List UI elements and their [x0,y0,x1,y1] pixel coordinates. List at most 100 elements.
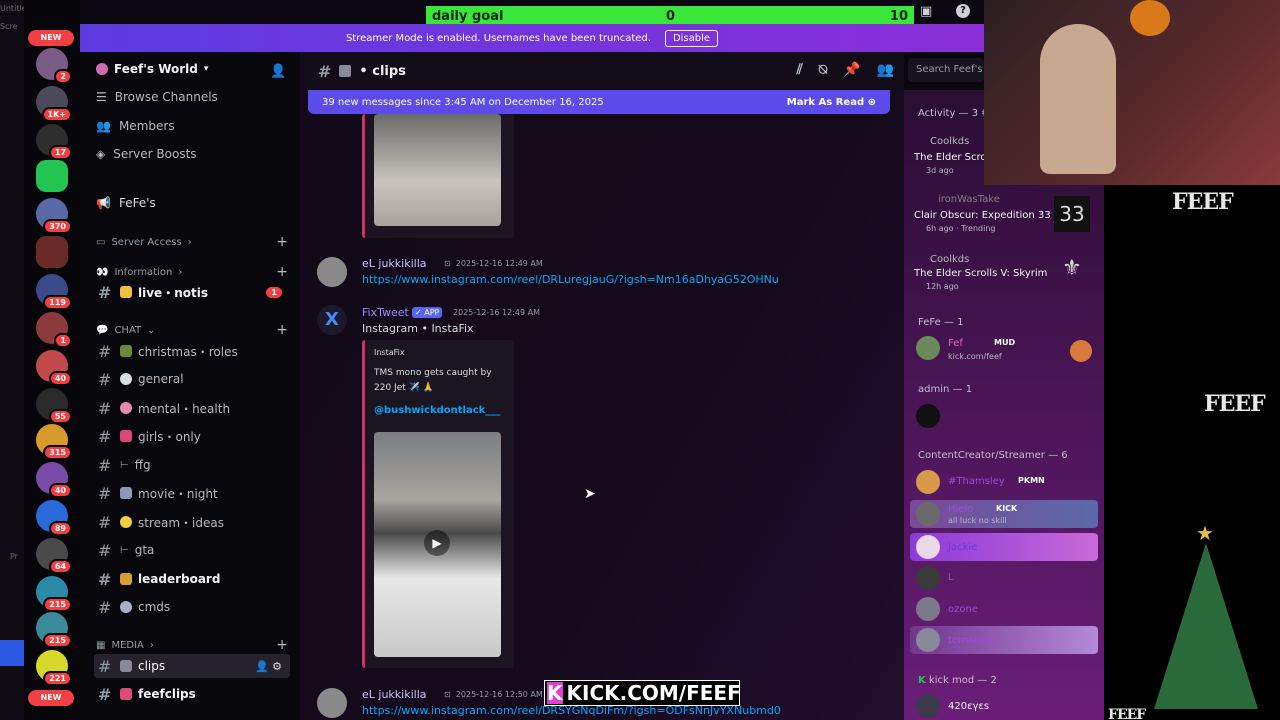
message-text: Instagram • InstaFix [362,322,474,335]
server-icon[interactable]: 370 [36,198,72,234]
channel-girls-only[interactable]: # girls・only [94,424,290,448]
server-icon[interactable]: 2 [36,48,72,84]
inbox-icon[interactable]: ▣ [920,4,932,19]
avatar[interactable] [916,694,940,718]
activity-game[interactable]: Clair Obscur: Expedition 33 [914,210,1051,221]
timestamp: ⊡ 2025-12-16 12:49 AM [444,259,543,268]
browse-channels[interactable]: ☰ Browse Channels [96,90,218,104]
embed-provider: InstaFix [374,348,405,357]
add-channel-icon[interactable]: + [276,264,288,280]
mark-as-read-button[interactable]: Mark As Read ⊛ [787,97,876,108]
channel-christmas-roles[interactable]: # christmas・roles [94,339,290,363]
role-header-cc: ContentCreator/Streamer — 6 [918,450,1068,461]
disable-button[interactable]: Disable [664,29,719,47]
kick-logo-icon: K [547,681,563,705]
member-name[interactable]: #Thamsley [948,476,1005,487]
avatar[interactable] [916,566,940,590]
server-icon[interactable]: 1 [36,312,72,348]
avatar[interactable] [317,257,347,287]
video-thumbnail[interactable]: ▶ [374,432,501,657]
username[interactable]: FixTweet [362,306,409,319]
threads-icon[interactable]: ⫽ [796,62,802,78]
category-server-access[interactable]: ▭ Server Access › + [96,234,288,250]
server-icon[interactable]: 215 [36,576,72,612]
server-icon[interactable]: 55 [36,388,72,424]
play-icon[interactable]: ▶ [424,530,450,556]
username[interactable]: eL jukkikilla [362,257,427,270]
server-icon[interactable]: 17 [36,124,72,160]
server-icon[interactable]: 119 [36,274,72,310]
channel-live-notis[interactable]: # live・notis 1 [94,280,290,304]
kick-url-overlay: K KICK.COM/FEEF [544,680,741,706]
new-messages-bar[interactable]: 39 new messages since 3:45 AM on Decembe… [308,90,890,114]
members-link[interactable]: 👥 Members [96,119,175,133]
activity-user[interactable]: Coolkds [930,136,969,147]
new-pill[interactable]: NEW [28,30,74,46]
server-icon[interactable]: 215 [36,612,72,648]
message-link[interactable]: https://www.instagram.com/reel/DRLuregja… [362,273,779,286]
server-icon[interactable]: 40 [36,350,72,386]
add-member-icon[interactable]: 👤 [270,64,286,79]
member-name[interactable]: Hielo [948,504,973,515]
mute-bell-icon[interactable]: ⍉ [819,62,827,78]
add-channel-icon[interactable]: + [276,637,288,653]
member-name[interactable]: tomatokk [948,635,996,646]
member-name[interactable]: ozone [948,604,978,615]
username[interactable]: eL jukkikilla [362,688,427,701]
category-media[interactable]: ▦ MEDIA › + [96,637,288,653]
member-name[interactable]: 420εγεs [948,701,989,712]
channel-gta[interactable]: # ⊢ gta [94,538,290,562]
channel-stream-ideas[interactable]: # stream・ideas [94,510,290,534]
category-chat[interactable]: 💬 CHAT ⌄ + [96,322,288,338]
server-icon[interactable]: 89 [36,500,72,536]
category-information[interactable]: 👀 Information › + [96,264,288,280]
member-name[interactable]: L [948,572,954,583]
add-channel-icon[interactable]: + [276,322,288,338]
avatar[interactable] [916,470,940,494]
server-icon[interactable] [36,236,68,268]
server-icon[interactable]: 40 [36,462,72,498]
channel-settings-icon[interactable]: 👤 ⚙ [255,660,282,673]
trophy-icon [120,573,132,585]
help-icon[interactable]: ? [956,4,970,18]
server-icon[interactable]: 1K+ [36,86,72,122]
server-icon[interactable]: 315 [36,424,72,460]
x-logo-icon[interactable]: X [317,305,347,335]
member-list-icon[interactable]: 👥 [877,62,894,78]
avatar[interactable] [916,404,940,428]
add-channel-icon[interactable]: + [276,234,288,250]
channel-mental-health[interactable]: # mental・health [94,396,290,420]
member-name[interactable]: Jackie [948,542,977,553]
fefe-channel[interactable]: 📢 FeFe's [96,196,156,210]
activity-user[interactable]: Coolkds [930,254,969,265]
channel-cmds[interactable]: # cmds [94,595,290,619]
avatar[interactable] [317,688,347,718]
webcam-overlay [984,0,1280,185]
channel-clips[interactable]: # clips 👤 ⚙ [94,654,290,678]
avatar[interactable] [916,535,940,559]
server-icon[interactable]: 64 [36,538,72,574]
new-pill[interactable]: NEW [28,690,74,706]
avatar[interactable] [916,597,940,621]
server-icon[interactable]: 221 [36,650,72,686]
activity-game[interactable]: The Elder Scrol [914,152,989,163]
activity-game[interactable]: The Elder Scrolls V: Skyrim [914,268,1047,279]
avatar[interactable] [916,502,940,526]
channel-feefclips[interactable]: # feefclips [94,682,290,706]
speech-bubble-icon [120,373,132,385]
avatar[interactable] [916,336,940,360]
member-name[interactable]: Fef [948,338,963,349]
kick-server-icon[interactable] [36,160,68,192]
video-thumbnail[interactable] [374,114,501,226]
server-boosts-link[interactable]: ◈ Server Boosts [96,147,197,161]
channel-ffg[interactable]: # ⊢ ffg [94,453,290,477]
search-input[interactable]: Search Feef's W [908,58,984,82]
activity-user[interactable]: ironWasTake [938,194,1000,205]
avatar[interactable] [916,628,940,652]
channel-leaderboard[interactable]: # leaderboard [94,567,290,591]
pin-icon[interactable]: 📌 [843,62,860,78]
embed-author[interactable]: @bushwickdontlack___ [374,405,500,416]
channel-general[interactable]: # general [94,367,290,391]
server-header[interactable]: Feef's World ▾ [96,62,208,76]
channel-movie-night[interactable]: # movie・night [94,481,290,505]
